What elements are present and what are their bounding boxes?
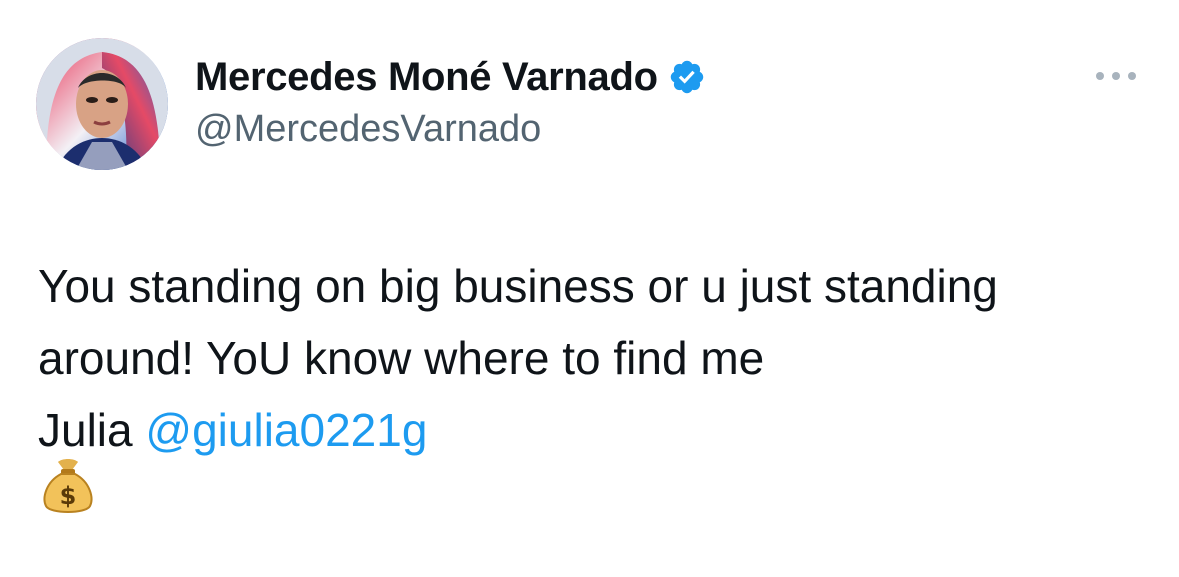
author-name-row: Mercedes Moné Varnado <box>195 54 706 100</box>
tweet-text-line-3: Julia @giulia0221g <box>38 394 1148 466</box>
tweet-card: Mercedes Moné Varnado @MercedesVarnado Y… <box>0 0 1179 577</box>
avatar-image <box>36 38 168 170</box>
tweet-text-prefix: Julia <box>38 404 146 456</box>
more-options-button[interactable] <box>1092 60 1140 92</box>
tweet-text-line-2: around! YoU know where to find me <box>38 332 765 384</box>
mention-link[interactable]: @giulia0221g <box>145 404 427 456</box>
svg-text:$: $ <box>60 482 77 510</box>
more-dot-icon <box>1096 72 1104 80</box>
tweet-text: You standing on big business or u just s… <box>38 250 1148 466</box>
more-dot-icon <box>1128 72 1136 80</box>
verified-badge-icon[interactable] <box>668 58 706 96</box>
author-display-name[interactable]: Mercedes Moné Varnado <box>195 55 658 100</box>
more-dot-icon <box>1112 72 1120 80</box>
money-bag-icon: $ <box>40 456 96 516</box>
tweet-text-line-1: You standing on big business or u just s… <box>38 260 998 312</box>
author-handle[interactable]: @MercedesVarnado <box>195 108 541 151</box>
avatar[interactable] <box>36 38 168 170</box>
